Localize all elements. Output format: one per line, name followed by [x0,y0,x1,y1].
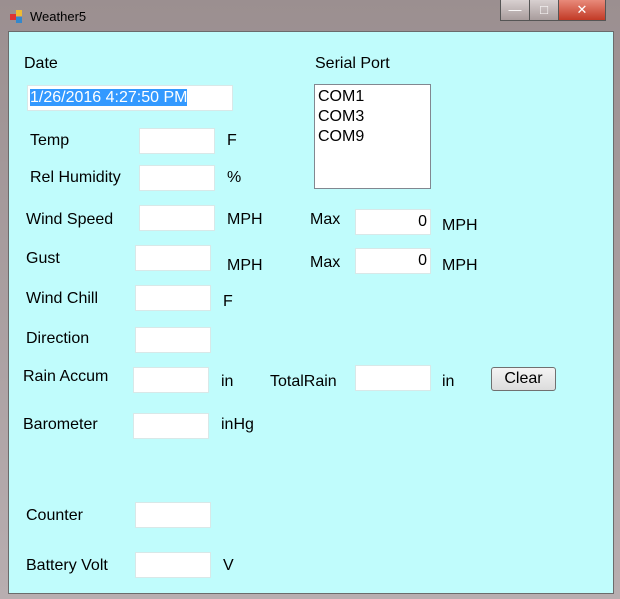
counter-label: Counter [26,507,83,524]
wind-chill-unit: F [223,293,233,310]
wind-chill-field[interactable] [135,285,211,311]
gust-unit: MPH [227,257,263,274]
app-icon [10,10,24,24]
total-rain-label: TotalRain [270,373,337,390]
date-value: 1/26/2016 4:27:50 PM [30,89,188,106]
date-field[interactable]: 1/26/2016 4:27:50 PM [27,85,233,111]
form-client-area [8,31,614,594]
humidity-field[interactable] [139,165,215,191]
serial-port-list[interactable]: COM1 COM3 COM9 [314,84,431,189]
rain-accum-field[interactable] [133,367,209,393]
battery-label: Battery Volt [26,557,108,574]
gust-max-label: Max [310,254,341,271]
list-item[interactable]: COM3 [318,107,427,127]
serial-port-label: Serial Port [315,55,390,72]
gust-max-unit: MPH [442,257,478,274]
total-rain-field[interactable] [355,365,431,391]
temp-field[interactable] [139,128,215,154]
total-rain-unit: in [442,373,455,390]
battery-field[interactable] [135,552,211,578]
list-item[interactable]: COM1 [318,87,427,107]
counter-field[interactable] [135,502,211,528]
barometer-unit: inHg [221,416,254,433]
close-button[interactable]: ✕ [558,0,606,21]
direction-field[interactable] [135,327,211,353]
window-title: Weather5 [30,9,87,24]
temp-label: Temp [30,132,70,149]
wind-speed-field[interactable] [139,205,215,231]
wind-max-label: Max [310,211,341,228]
rain-accum-label: Rain Accum [23,368,109,385]
gust-label: Gust [26,250,60,267]
wind-max-field[interactable]: 0 [355,209,431,235]
gust-field[interactable] [135,245,211,271]
wind-chill-label: Wind Chill [26,290,99,307]
direction-label: Direction [26,330,90,347]
rain-accum-unit: in [221,373,234,390]
maximize-button[interactable]: □ [529,0,559,21]
clear-button[interactable]: Clear [491,367,556,391]
wind-speed-label: Wind Speed [26,211,114,228]
gust-max-field[interactable]: 0 [355,248,431,274]
list-item[interactable]: COM9 [318,127,427,147]
humidity-label: Rel Humidity [30,169,121,186]
battery-unit: V [223,557,234,574]
barometer-field[interactable] [133,413,209,439]
app-window: Weather5 — □ ✕ Date 1/26/2016 4:27:50 PM… [0,0,620,599]
date-label: Date [24,55,58,72]
wind-speed-unit: MPH [227,211,263,228]
wind-max-unit: MPH [442,217,478,234]
minimize-button[interactable]: — [500,0,530,21]
temp-unit: F [227,132,237,149]
barometer-label: Barometer [23,416,98,433]
humidity-unit: % [227,169,242,186]
